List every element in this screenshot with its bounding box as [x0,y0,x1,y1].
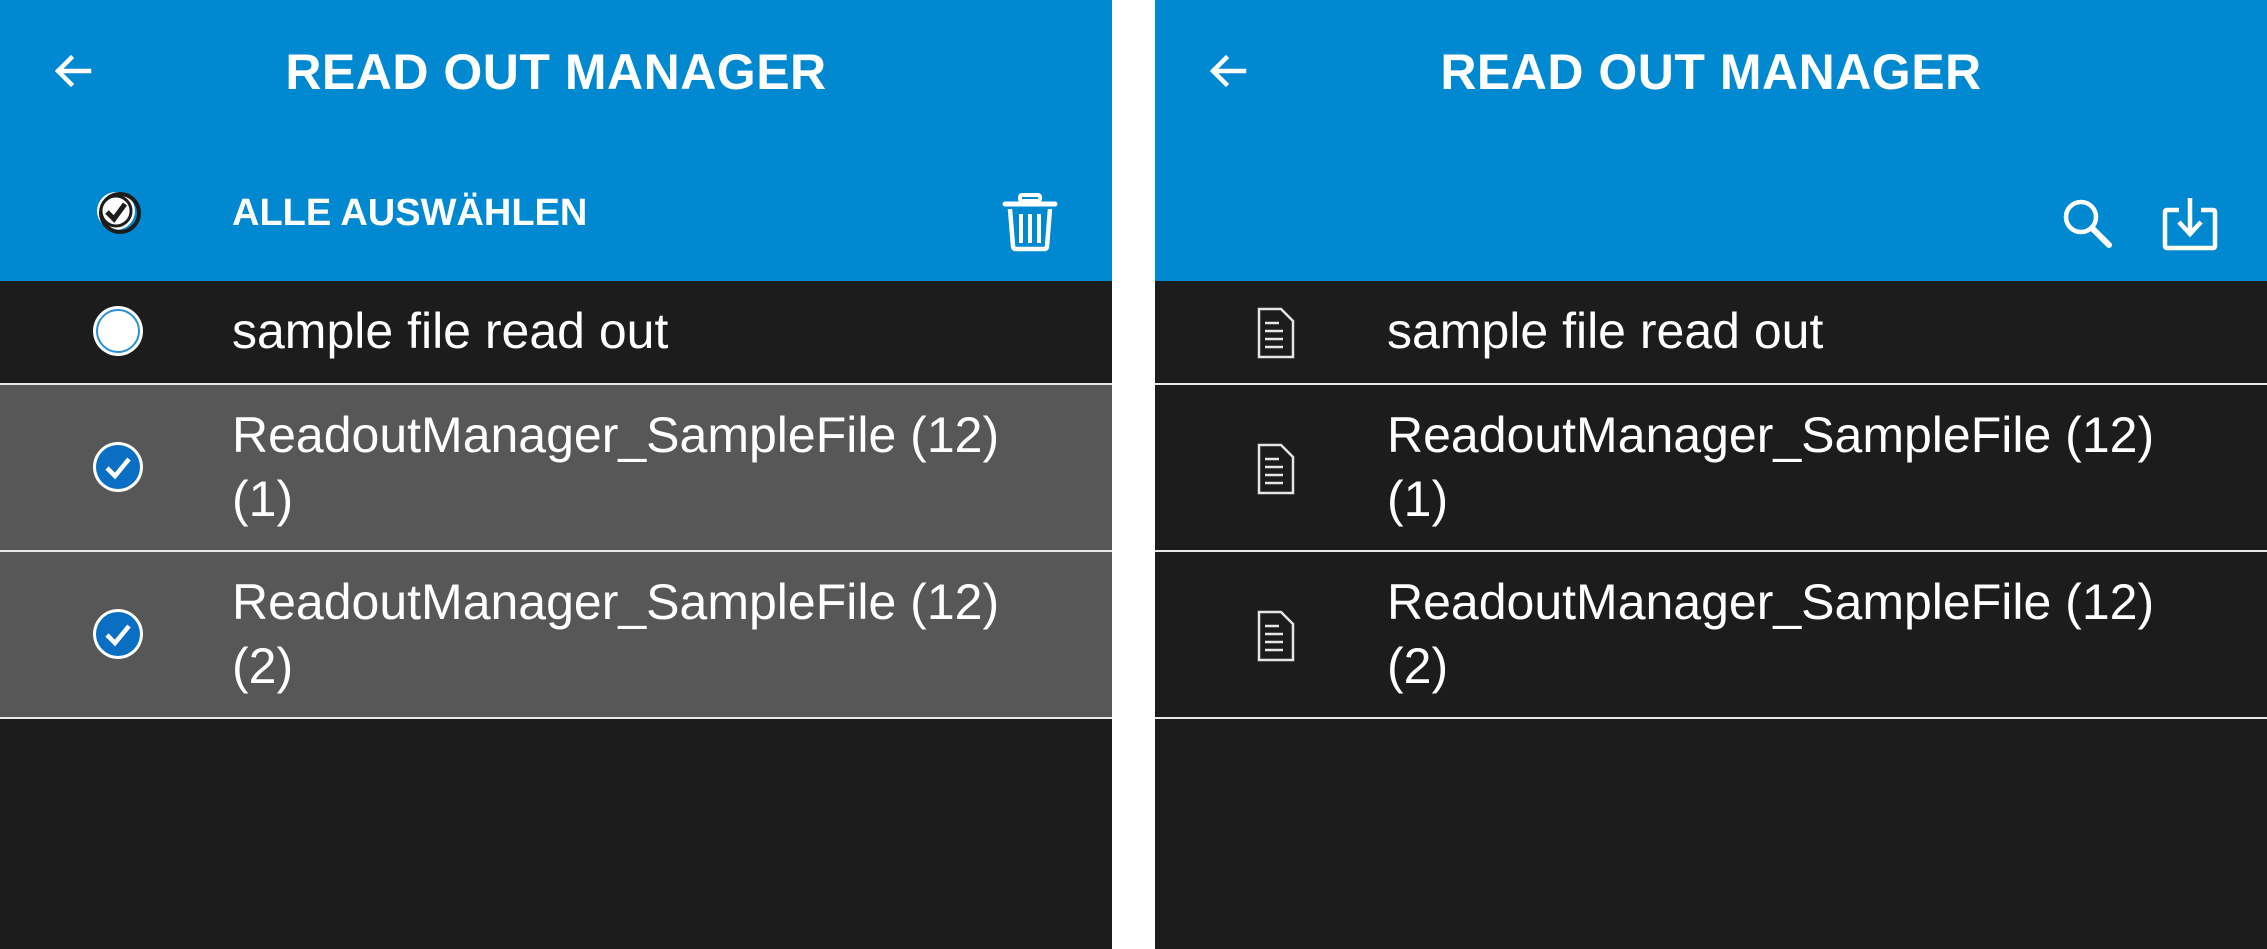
file-list: sample file read out ReadoutManager_Samp… [1155,281,2267,719]
file-row[interactable]: sample file read out [0,281,1112,385]
radio-unchecked-icon [93,306,143,356]
download-button[interactable] [2158,189,2222,257]
file-name: ReadoutManager_SampleFile (12) (1) [232,407,1000,527]
file-name: sample file read out [232,303,669,359]
page-title: READ OUT MANAGER [1440,44,1982,100]
trash-icon [1002,193,1058,252]
select-all-checkbox[interactable] [92,189,144,237]
document-icon [1251,608,1301,664]
delete-button[interactable] [998,187,1062,257]
file-name: sample file read out [1387,303,1824,359]
selection-toolbar: ALLE AUSWÄHLEN [0,139,1112,281]
file-name: ReadoutManager_SampleFile (12) (1) [1387,407,2155,527]
screens: READ OUT MANAGER ALLE AUSWÄHLEN sample f… [0,0,2267,949]
search-button[interactable] [2055,191,2119,255]
row-checkbox[interactable] [90,439,146,495]
left-screen-selection-mode: READ OUT MANAGER ALLE AUSWÄHLEN sample f… [0,0,1112,949]
page-title: READ OUT MANAGER [285,44,827,100]
radio-checked-icon [93,442,143,492]
file-name: ReadoutManager_SampleFile (12) (2) [1387,574,2155,694]
file-row[interactable]: sample file read out [1155,281,2267,385]
download-icon [2162,198,2218,251]
document-icon [1251,305,1301,361]
file-row[interactable]: ReadoutManager_SampleFile (12) (1) [1155,385,2267,552]
right-screen-browse-mode: READ OUT MANAGER sample file read out Re… [1155,0,2267,949]
file-row[interactable]: ReadoutManager_SampleFile (12) (2) [0,552,1112,719]
app-bar: READ OUT MANAGER [1155,0,2267,139]
file-name: ReadoutManager_SampleFile (12) (2) [232,574,1000,694]
document-icon [1251,441,1301,497]
app-bar: READ OUT MANAGER [0,0,1112,139]
radio-checked-icon [93,609,143,659]
select-all-label[interactable]: ALLE AUSWÄHLEN [232,189,587,237]
file-row[interactable]: ReadoutManager_SampleFile (12) (2) [1155,552,2267,719]
check-circle-icon [97,192,141,234]
browse-toolbar [1155,139,2267,281]
file-row[interactable]: ReadoutManager_SampleFile (12) (1) [0,385,1112,552]
row-checkbox[interactable] [90,303,146,359]
search-icon [2063,199,2112,248]
row-checkbox[interactable] [90,606,146,662]
file-list: sample file read out ReadoutManager_Samp… [0,281,1112,719]
